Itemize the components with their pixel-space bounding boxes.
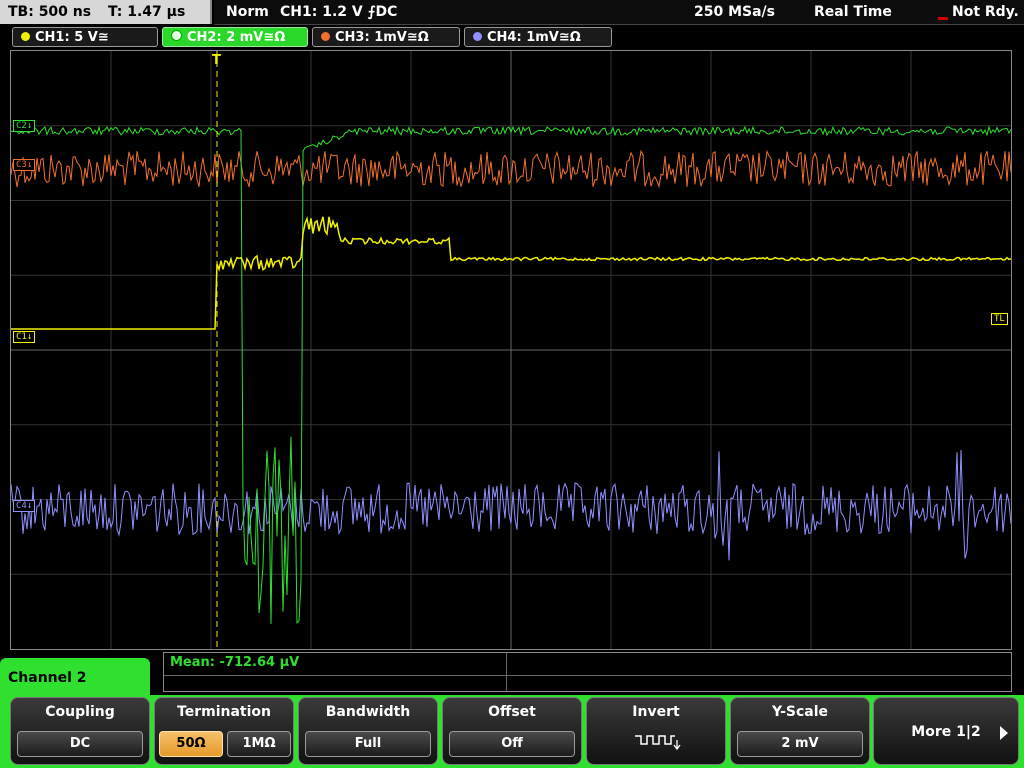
channel-1-tab[interactable]: CH1: 5 V≅ [12,27,158,47]
invert-title: Invert [632,704,680,720]
yscale-title: Y-Scale [771,704,828,720]
timebase-box[interactable]: TB: 500 ns T: 1.47 µs [0,0,212,24]
termination-title: Termination [177,704,271,720]
more-menu-button[interactable]: More 1|2 [873,697,1019,765]
channel-3-tab-label: CH3: 1mV≅Ω [335,30,429,45]
yscale-softkey[interactable]: Y-Scale 2 mV [730,697,870,765]
waveform-display[interactable]: C2↓ C3↓ C1↓ C4↓ TL T [10,50,1012,650]
sample-rate-label: 250 MSa/s [694,4,776,20]
bandwidth-title: Bandwidth [325,704,411,720]
trigger-info-label[interactable]: CH1: 1.2 V ⨍DC [280,0,397,24]
channel-3-dot-icon [321,32,330,41]
yscale-value-button[interactable]: 2 mV [737,731,863,757]
next-page-arrow-icon [1000,726,1008,740]
measurement-divider [506,653,507,691]
channel-2-level-marker[interactable]: C2↓ [13,120,36,132]
channel-4-tab[interactable]: CH4: 1mV≅Ω [464,27,612,47]
waveform-canvas [11,51,1011,649]
channel-4-dot-icon [473,32,482,41]
channel-1-dot-icon [21,32,30,41]
channel-2-dot-icon [171,30,182,41]
status-bar: TB: 500 ns T: 1.47 µs Norm CH1: 1.2 V ⨍D… [0,0,1024,26]
channel-4-level-marker[interactable]: C4↓ [13,500,36,512]
trigger-position-label: T: 1.47 µs [107,4,186,20]
offset-softkey[interactable]: Offset Off [442,697,582,765]
invert-waveform-icon [635,735,681,751]
channel-2-tab[interactable]: CH2: 2 mV≅Ω [162,27,308,47]
coupling-title: Coupling [45,704,115,720]
acquisition-state-label: Not Rdy. [938,0,1019,24]
trigger-position-marker[interactable]: T [212,53,221,68]
acquisition-status-strip: Norm CH1: 1.2 V ⨍DC 250 MSa/s Real Time … [214,0,1024,25]
bandwidth-softkey[interactable]: Bandwidth Full [298,697,438,765]
channel-2-tab-label: CH2: 2 mV≅Ω [187,30,286,45]
trigger-level-marker[interactable]: TL [991,313,1008,325]
invert-softkey[interactable]: Invert [586,697,726,765]
acquisition-mode-label[interactable]: Real Time [814,0,892,24]
channel-1-tab-label: CH1: 5 V≅ [35,30,109,45]
termination-softkey[interactable]: Termination 50Ω 1MΩ [154,697,294,765]
coupling-softkey[interactable]: Coupling DC [10,697,150,765]
measurement-divider [164,675,1011,676]
more-menu-label: More 1|2 [911,724,981,740]
channel-1-level-marker[interactable]: C1↓ [13,331,36,343]
menu-title: Channel 2 [0,658,150,698]
trigger-mode-label[interactable]: Norm [226,0,269,24]
offset-title: Offset [488,704,536,720]
offset-value-button[interactable]: Off [449,731,575,757]
coupling-value-button[interactable]: DC [17,731,143,757]
measurement-panel: Mean: -712.64 µV [163,652,1012,692]
channel-3-tab[interactable]: CH3: 1mV≅Ω [312,27,460,47]
mean-measurement[interactable]: Mean: -712.64 µV [170,655,299,670]
timebase-label: TB: 500 ns [8,4,92,20]
termination-50ohm-button[interactable]: 50Ω [159,731,223,757]
channel-3-level-marker[interactable]: C3↓ [13,159,36,171]
termination-1mohm-button[interactable]: 1MΩ [227,731,291,757]
channel-4-tab-label: CH4: 1mV≅Ω [487,30,581,45]
bandwidth-value-button[interactable]: Full [305,731,431,757]
